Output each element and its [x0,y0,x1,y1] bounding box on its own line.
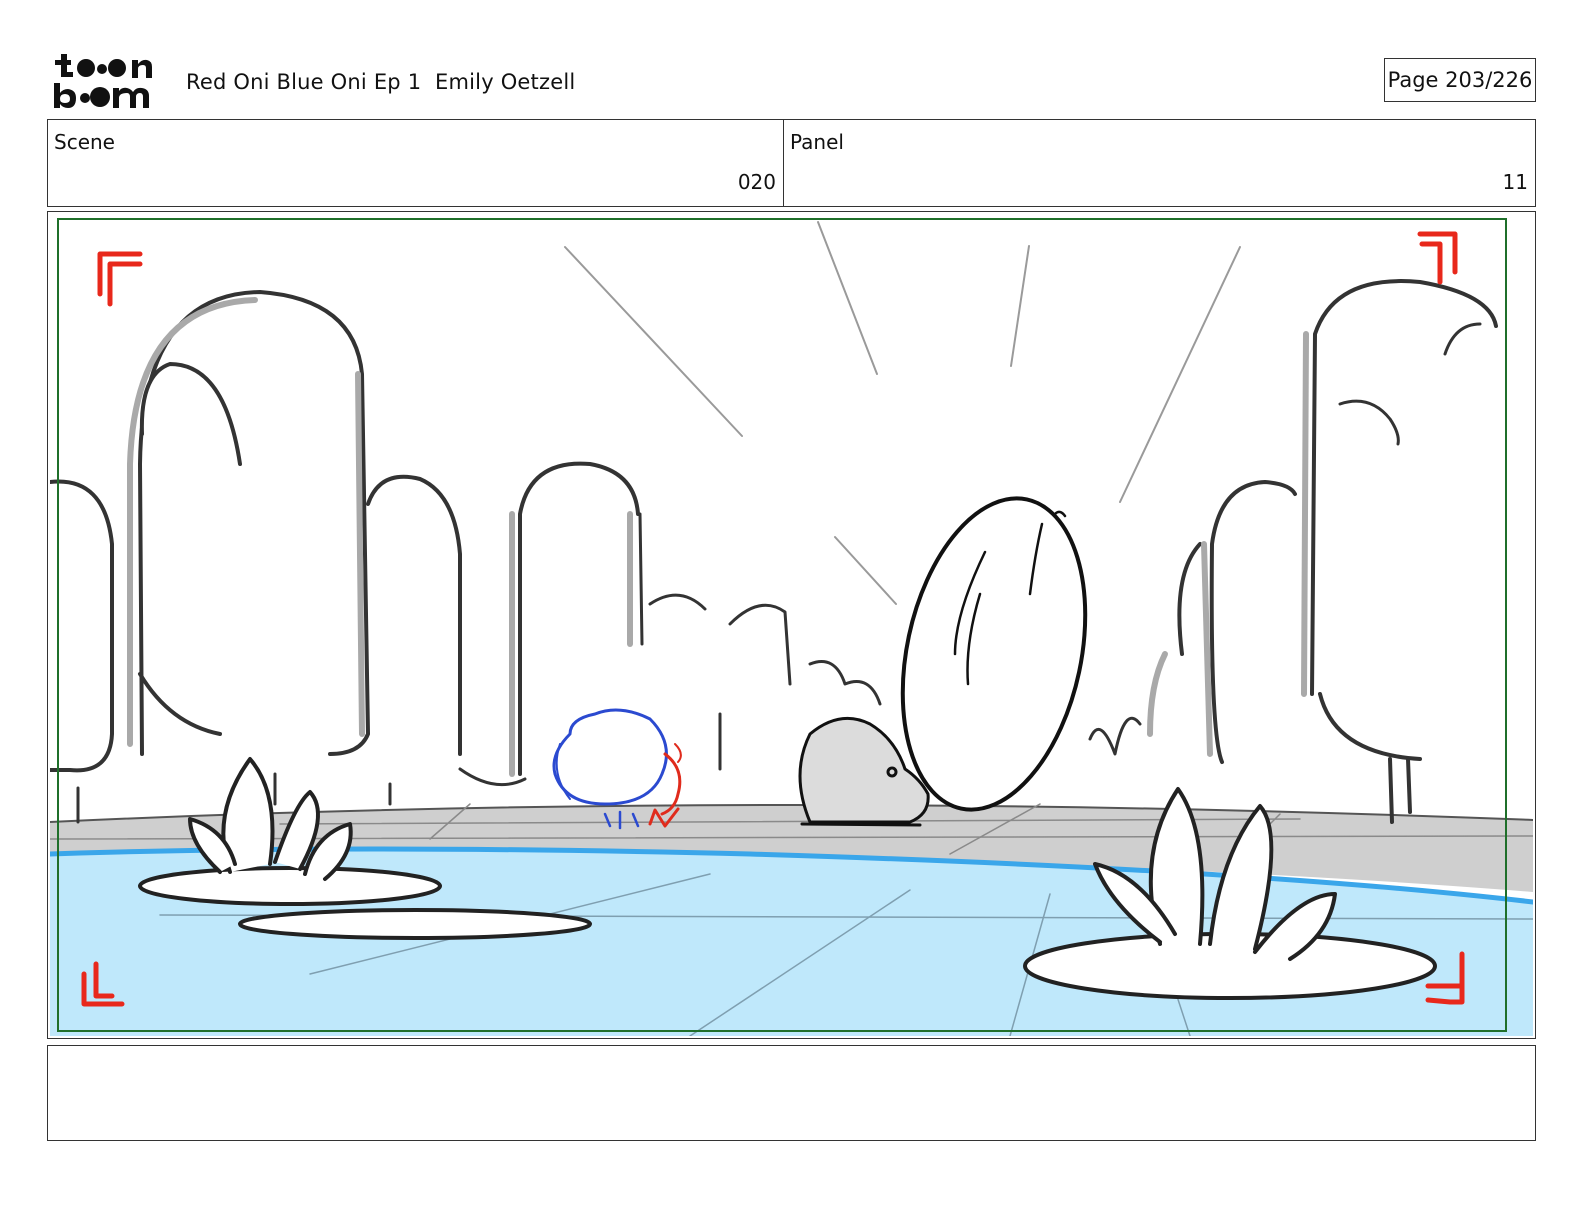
scene-number: 020 [737,170,776,194]
panel-notes-box [47,1045,1536,1141]
panel-number: 11 [1502,170,1528,194]
storyboard-title: Red Oni Blue Oni Ep 1 Emily Oetzell [186,70,576,94]
left-hedges [50,290,640,776]
panel-label: Panel [790,130,844,154]
scene-label: Scene [54,130,115,154]
page-number: Page 203/226 [1384,58,1536,102]
light-rays [564,221,1241,605]
panel-cell: Panel 11 [784,120,1535,206]
scene-cell: Scene 020 [48,120,784,206]
right-hedges [1177,279,1498,824]
scene-panel-info: Scene 020 Panel 11 [47,119,1536,207]
toon-boom-logo [54,54,152,108]
storyboard-panel-drawing [50,218,1533,1036]
